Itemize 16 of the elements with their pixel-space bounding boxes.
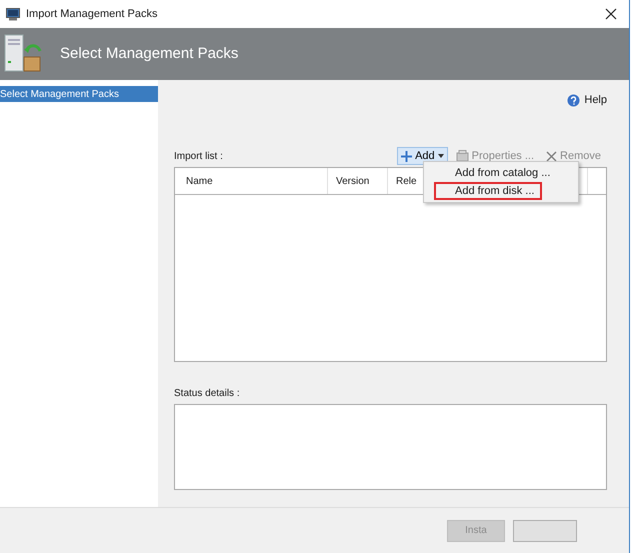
plus-icon — [401, 150, 412, 162]
window-title: Import Management Packs — [26, 6, 158, 22]
console-icon — [6, 8, 20, 20]
page-title: Select Management Packs — [60, 44, 238, 64]
help-icon — [567, 94, 580, 106]
column-header[interactable]: Name — [178, 168, 328, 194]
menu-item[interactable]: Add from catalog ... — [434, 164, 558, 182]
sidebar-item[interactable]: Select Management Packs — [0, 86, 158, 102]
status-details-label: Status details : — [174, 387, 241, 401]
menu-item[interactable]: Add from disk ... — [434, 182, 542, 200]
column-header[interactable]: Version — [328, 168, 388, 194]
close-icon — [605, 8, 617, 20]
caret-icon — [438, 154, 444, 158]
help-link[interactable]: Help — [567, 92, 607, 108]
import-list-label: Import list : — [174, 150, 223, 164]
close-icon — [546, 150, 558, 162]
